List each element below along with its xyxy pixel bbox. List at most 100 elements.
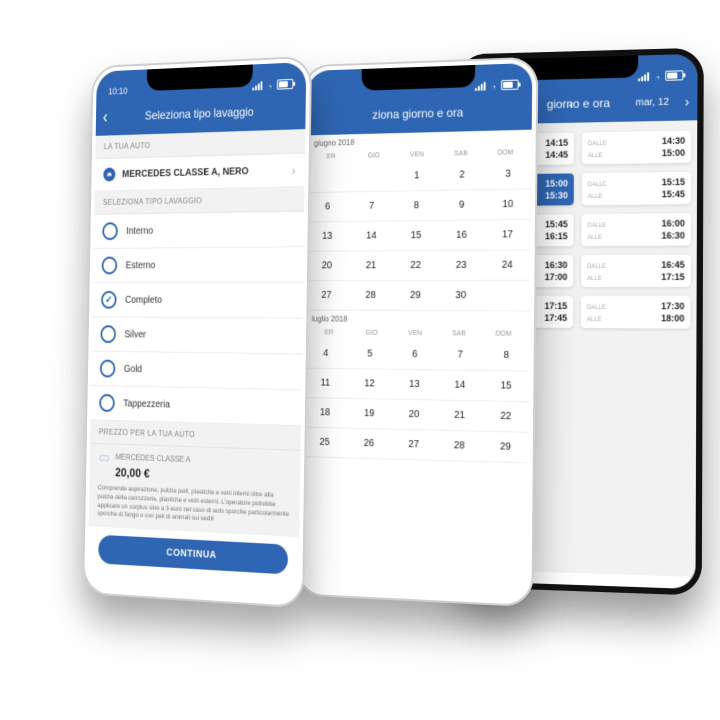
calendar-day[interactable]: 28 (348, 281, 393, 311)
calendar-day[interactable]: 6 (306, 192, 350, 222)
time-slot[interactable]: DALLE14:30ALLE15:00 (582, 130, 691, 164)
continue-button[interactable]: CONTINUA (98, 535, 288, 575)
calendar-day[interactable]: 18 (303, 398, 347, 429)
calendar-day[interactable]: 10 (485, 189, 532, 220)
calendar-day[interactable]: 7 (437, 340, 483, 371)
to-time: 15:00 (662, 148, 685, 158)
car-name: MERCEDES CLASSE A, NERO (122, 166, 249, 180)
signal-icon (638, 72, 649, 81)
calendar-day[interactable]: 28 (436, 431, 482, 463)
to-time: 14:45 (545, 150, 568, 160)
calendar-day[interactable]: 5 (348, 339, 393, 369)
wash-option-label: Gold (124, 363, 142, 374)
navbar: ziona giorno e ora (307, 91, 533, 135)
calendar-day[interactable]: 22 (393, 251, 438, 281)
selected-date[interactable]: mar, 12 (636, 96, 670, 108)
calendar-day[interactable]: 13 (392, 370, 437, 401)
calendar-day[interactable]: 16 (438, 220, 484, 251)
from-label: DALLE (587, 305, 606, 311)
from-time: 16:30 (545, 260, 568, 270)
calendar-day[interactable]: 6 (392, 340, 437, 371)
calendar-day[interactable]: 9 (439, 190, 485, 221)
calendar-day[interactable]: 20 (305, 251, 349, 281)
signal-icon (475, 82, 486, 91)
wash-option-label: Interno (126, 225, 153, 236)
calendar-day[interactable]: 7 (349, 192, 394, 222)
calendar-day[interactable]: 3 (485, 159, 532, 190)
wash-option[interactable]: Silver (92, 317, 303, 354)
calendar-day[interactable]: 21 (437, 400, 483, 431)
calendar-day[interactable]: 12 (347, 369, 392, 400)
from-time: 14:30 (662, 136, 685, 146)
wifi-icon (265, 82, 274, 90)
calendar-day[interactable]: 21 (349, 251, 394, 281)
price-block: MERCEDES CLASSE A 20,00 € Comprende aspi… (89, 444, 301, 537)
from-time: 16:00 (661, 218, 684, 228)
weekday-label: VEN (395, 151, 439, 159)
calendar-day[interactable]: 8 (483, 341, 530, 372)
radio-icon (100, 360, 116, 378)
from-label: DALLE (587, 223, 606, 229)
calendar-day[interactable]: 30 (438, 281, 484, 311)
calendar-day[interactable]: 29 (393, 281, 438, 311)
calendar-day[interactable]: 1 (394, 161, 439, 192)
wash-option[interactable]: Completo (92, 283, 303, 319)
to-label: ALLE (587, 317, 602, 323)
weekday-label: ER (310, 153, 352, 161)
calendar-day[interactable]: 13 (305, 222, 349, 252)
calendar-day[interactable]: 17 (484, 220, 531, 251)
calendar-day[interactable]: 29 (482, 432, 529, 464)
from-time: 14:15 (545, 138, 568, 148)
car-icon (103, 168, 115, 182)
phone-wash-select: 10:10 ‹ Seleziona tipo lavaggio LA TUA A… (82, 56, 312, 609)
to-time: 18:00 (661, 313, 684, 323)
to-label: ALLE (587, 235, 602, 241)
to-time: 16:15 (545, 231, 568, 241)
radio-icon (102, 222, 118, 240)
calendar-day[interactable]: 14 (349, 221, 394, 251)
calendar-day[interactable]: 23 (438, 251, 484, 281)
prev-day-button[interactable]: ‹ (569, 96, 574, 112)
from-time: 15:00 (545, 178, 568, 188)
calendar-day[interactable]: 15 (483, 371, 530, 402)
weekday-label: ER (308, 329, 350, 336)
calendar-day[interactable]: 25 (303, 428, 347, 459)
wash-option[interactable]: Interno (94, 212, 305, 249)
calendar-day[interactable]: 14 (437, 370, 483, 401)
time-slot[interactable]: DALLE16:00ALLE16:30 (581, 213, 691, 246)
battery-icon (277, 79, 294, 90)
battery-icon (665, 70, 683, 80)
signal-icon (252, 81, 262, 90)
clock: 10:10 (108, 86, 127, 97)
time-slot[interactable]: DALLE16:45ALLE17:15 (581, 255, 691, 287)
time-slot[interactable]: DALLE17:30ALLE18:00 (581, 296, 691, 329)
time-slot[interactable]: DALLE15:15ALLE15:45 (582, 172, 692, 205)
calendar-day[interactable]: 26 (346, 429, 391, 460)
calendar-day (350, 162, 395, 192)
your-car-row[interactable]: MERCEDES CLASSE A, NERO › (95, 153, 305, 191)
calendar-day[interactable]: 22 (482, 401, 529, 433)
to-time: 17:15 (661, 272, 684, 282)
navbar-title: Seleziona tipo lavaggio (145, 105, 254, 123)
wash-option[interactable]: Esterno (93, 247, 304, 283)
calendar-day[interactable]: 11 (303, 369, 347, 399)
calendar-day[interactable]: 27 (304, 281, 348, 311)
back-button[interactable]: ‹ (103, 108, 108, 126)
calendar-day[interactable]: 15 (393, 221, 438, 251)
next-day-button[interactable]: › (685, 93, 690, 109)
from-time: 15:15 (662, 177, 685, 187)
calendar-day[interactable]: 19 (347, 399, 392, 430)
wash-option-label: Silver (124, 329, 146, 340)
weekday-label: DOM (483, 149, 528, 157)
wash-option[interactable]: Gold (91, 352, 302, 391)
to-time: 15:30 (545, 190, 568, 200)
navbar-title: giorno e ora (547, 96, 610, 111)
calendar-day[interactable]: 27 (391, 430, 437, 461)
from-label: DALLE (587, 264, 606, 270)
from-label: DALLE (588, 141, 607, 147)
calendar-day[interactable]: 24 (484, 250, 531, 281)
calendar-day[interactable]: 2 (439, 160, 485, 191)
calendar-day[interactable]: 20 (391, 400, 437, 431)
calendar-day[interactable]: 4 (304, 339, 348, 369)
calendar-day[interactable]: 8 (394, 191, 439, 221)
